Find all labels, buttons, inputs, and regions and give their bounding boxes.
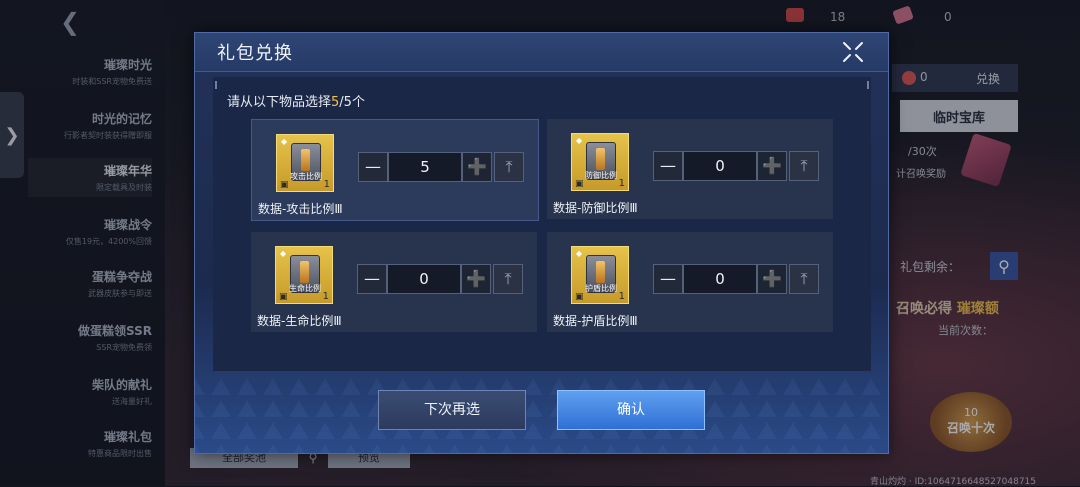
item-card[interactable]: ◆ 攻击比例 ▣ 1 — 5 ➕ ⤒ 数据-攻击比例Ⅲ — [251, 119, 539, 221]
quantity-stepper: — 5 ➕ ⤒ — [358, 152, 524, 182]
item-quantity: 1 — [323, 179, 330, 190]
bound-icon: ▣ — [280, 180, 289, 190]
max-button[interactable]: ⤒ — [789, 151, 819, 181]
diamond-icon: ◆ — [281, 137, 288, 146]
max-button[interactable]: ⤒ — [494, 152, 524, 182]
close-icon[interactable] — [841, 40, 865, 64]
item-quantity: 1 — [618, 178, 625, 189]
item-name: 数据-攻击比例Ⅲ — [258, 202, 343, 216]
item-icon: ◆ 护盾比例 ▣ 1 — [571, 246, 629, 304]
diamond-icon: ◆ — [576, 136, 583, 145]
item-icon: ◆ 生命比例 ▣ 1 — [275, 246, 333, 304]
item-icon-label: 生命比例 — [289, 284, 321, 293]
bound-icon: ▣ — [575, 179, 584, 189]
item-name: 数据-护盾比例Ⅲ — [553, 314, 638, 328]
decrease-button[interactable]: — — [653, 151, 683, 181]
scroll-indicator — [215, 81, 217, 89]
item-name: 数据-生命比例Ⅲ — [257, 314, 342, 328]
selection-prompt: 请从以下物品选择5/5个 — [227, 91, 365, 110]
increase-button[interactable]: ➕ — [757, 264, 787, 294]
max-button[interactable]: ⤒ — [493, 264, 523, 294]
max-button[interactable]: ⤒ — [789, 264, 819, 294]
item-quantity: 1 — [322, 291, 329, 302]
prompt-prefix: 请从以下物品选择 — [227, 95, 332, 110]
dialog-body: 请从以下物品选择5/5个 ◆ 攻击比例 ▣ 1 — 5 ➕ ⤒ 数据-攻击比例Ⅲ — [213, 77, 871, 371]
item-icon-label: 护盾比例 — [585, 284, 617, 293]
item-card[interactable]: ◆ 防御比例 ▣ 1 — 0 ➕ ⤒ 数据-防御比例Ⅲ — [547, 119, 833, 219]
bound-icon: ▣ — [279, 292, 288, 302]
quantity-value[interactable]: 0 — [683, 264, 757, 294]
item-name: 数据-防御比例Ⅲ — [553, 201, 638, 215]
dialog-header: 礼包兑换 — [195, 33, 888, 72]
quantity-stepper: — 0 ➕ ⤒ — [653, 264, 819, 294]
prompt-suffix: /5个 — [339, 95, 365, 110]
increase-button[interactable]: ➕ — [461, 264, 491, 294]
item-icon-label: 攻击比例 — [290, 172, 322, 181]
item-card[interactable]: ◆ 护盾比例 ▣ 1 — 0 ➕ ⤒ 数据-护盾比例Ⅲ — [547, 232, 833, 332]
bound-icon: ▣ — [575, 292, 584, 302]
decrease-button[interactable]: — — [357, 264, 387, 294]
item-icon-label: 防御比例 — [585, 171, 617, 180]
reselect-later-button[interactable]: 下次再选 — [378, 390, 526, 430]
dialog-decoration — [195, 373, 888, 453]
quantity-stepper: — 0 ➕ ⤒ — [357, 264, 523, 294]
item-quantity: 1 — [618, 291, 625, 302]
confirm-button[interactable]: 确认 — [557, 390, 705, 430]
increase-button[interactable]: ➕ — [757, 151, 787, 181]
decrease-button[interactable]: — — [358, 152, 388, 182]
scroll-indicator — [867, 81, 869, 89]
quantity-stepper: — 0 ➕ ⤒ — [653, 151, 819, 181]
diamond-icon: ◆ — [280, 249, 287, 258]
quantity-value[interactable]: 0 — [683, 151, 757, 181]
quantity-value[interactable]: 0 — [387, 264, 461, 294]
item-card[interactable]: ◆ 生命比例 ▣ 1 — 0 ➕ ⤒ 数据-生命比例Ⅲ — [251, 232, 537, 332]
increase-button[interactable]: ➕ — [462, 152, 492, 182]
diamond-icon: ◆ — [576, 249, 583, 258]
quantity-value[interactable]: 5 — [388, 152, 462, 182]
item-icon: ◆ 防御比例 ▣ 1 — [571, 133, 629, 191]
item-icon: ◆ 攻击比例 ▣ 1 — [276, 134, 334, 192]
decrease-button[interactable]: — — [653, 264, 683, 294]
gift-exchange-dialog: 礼包兑换 请从以下物品选择5/5个 ◆ 攻击比例 ▣ 1 — 5 ➕ ⤒ 数据-… — [194, 32, 889, 454]
dialog-title: 礼包兑换 — [217, 43, 293, 64]
